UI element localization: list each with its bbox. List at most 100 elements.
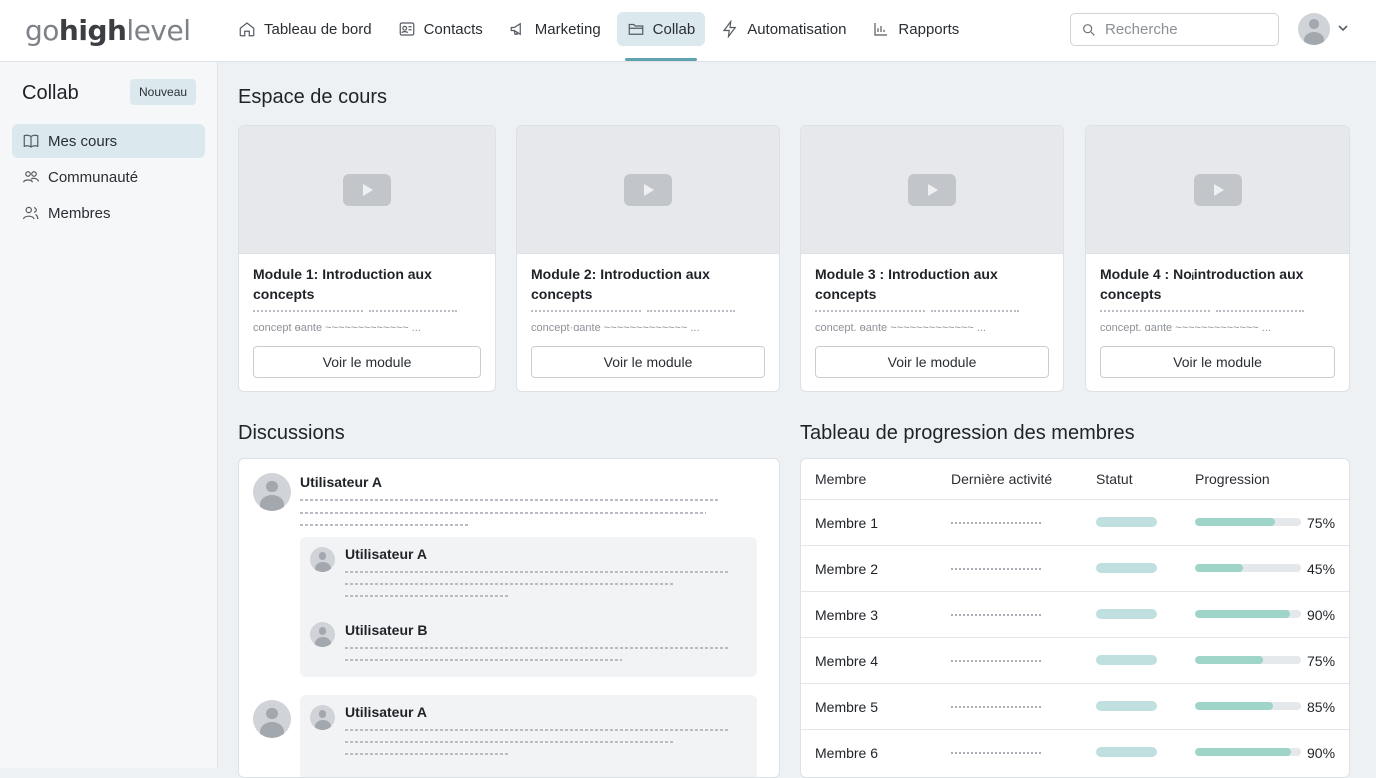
contact-card-icon xyxy=(399,22,414,36)
nav-contacts[interactable]: Contacts xyxy=(388,12,493,46)
progress-fill xyxy=(1195,702,1274,710)
nav-label: Contacts xyxy=(423,20,483,38)
nav-marketing[interactable]: Marketing xyxy=(499,12,611,46)
progress-heading: Tableau de progression des membres xyxy=(800,422,1135,444)
table-row[interactable]: Membre 5 85% xyxy=(801,683,1349,729)
progress-percent: 85% xyxy=(1307,699,1336,715)
sidebar-item-label: Mes cours xyxy=(48,132,118,150)
course-card: Module 2: Introduction aux concepts conc… xyxy=(516,125,780,392)
course-card: Module 1: Introduction aux concepts conc… xyxy=(238,125,496,392)
progress-bar xyxy=(1195,702,1301,710)
sidebar-item-label: Membres xyxy=(48,204,111,222)
bar-chart-icon xyxy=(874,23,888,36)
view-module-button[interactable]: Voir le module xyxy=(815,346,1049,378)
play-icon[interactable] xyxy=(908,173,956,206)
avatar[interactable] xyxy=(310,547,335,572)
table-row[interactable]: Membre 6 90% xyxy=(801,729,1349,775)
column-header[interactable]: Progression xyxy=(1195,459,1270,499)
community-icon xyxy=(22,171,40,183)
reply-text xyxy=(345,749,510,759)
chevron-down-icon[interactable] xyxy=(1337,22,1349,34)
table-row[interactable]: Membre 1 75% xyxy=(801,499,1349,545)
progress-bar xyxy=(1195,564,1301,572)
members-icon xyxy=(22,206,39,220)
main-nav: Tableau de bord Contacts Marketing Colla… xyxy=(228,12,969,61)
view-module-button[interactable]: Voir le module xyxy=(1100,346,1335,378)
last-activity xyxy=(951,658,1043,664)
book-icon xyxy=(23,134,39,148)
play-icon[interactable] xyxy=(624,173,672,206)
top-bar: gohighlevel Tableau de bord Contacts Mar… xyxy=(0,0,1376,62)
table-row[interactable]: Membre 3 90% xyxy=(801,591,1349,637)
avatar[interactable] xyxy=(253,700,291,738)
nav-tableau-de-bord[interactable]: Tableau de bord xyxy=(228,12,382,46)
table-row[interactable]: Membre 2 45% xyxy=(801,545,1349,591)
progress-percent: 45% xyxy=(1307,561,1336,577)
status-badge xyxy=(1096,609,1157,619)
sidebar-item-communaute[interactable]: Communauté xyxy=(12,160,205,194)
courses-heading: Espace de cours xyxy=(238,86,387,108)
reply-text xyxy=(345,725,728,735)
course-thumbnail[interactable] xyxy=(801,126,1063,254)
progress-bar xyxy=(1195,656,1301,664)
post-author: Utilisateur A xyxy=(300,474,382,490)
progress-bar xyxy=(1195,748,1301,756)
course-card: Module 4 : Noᵢintroduction aux concepts … xyxy=(1085,125,1350,392)
search-input[interactable] xyxy=(1105,21,1265,38)
post-text xyxy=(300,520,468,530)
nav-rapports[interactable]: Rapports xyxy=(862,12,969,46)
play-icon[interactable] xyxy=(1193,173,1242,206)
placeholder-text xyxy=(531,310,765,318)
placeholder-text xyxy=(253,310,481,318)
progress-percent: 75% xyxy=(1307,515,1336,531)
view-module-button[interactable]: Voir le module xyxy=(253,346,481,378)
course-title: Module 4 : Noᵢintroduction aux concepts xyxy=(1100,266,1304,302)
status-badge xyxy=(1096,655,1157,665)
sidebar-item-mes-cours[interactable]: Mes cours xyxy=(12,124,205,158)
gohighlevel-logo[interactable]: gohighlevel xyxy=(25,14,191,47)
search-icon xyxy=(1083,23,1095,36)
progress-bar xyxy=(1195,518,1301,526)
new-button[interactable]: Nouveau xyxy=(130,79,197,105)
column-header[interactable]: Statut xyxy=(1096,459,1133,499)
course-desc: concept. ɵante ~~~~~~~~~~~~~ ... xyxy=(815,322,986,334)
avatar[interactable] xyxy=(310,705,335,730)
member-name: Membre 1 xyxy=(815,515,879,531)
view-module-button[interactable]: Voir le module xyxy=(531,346,765,378)
course-desc: concept ɵante ~~~~~~~~~~~~~ ... xyxy=(253,322,421,334)
sidebar-list: Mes cours Communauté Membres xyxy=(12,124,205,232)
play-icon[interactable] xyxy=(343,173,391,206)
status-badge xyxy=(1096,517,1157,527)
reply-text xyxy=(345,737,675,747)
avatar[interactable] xyxy=(253,473,291,511)
nav-automatisation[interactable]: Automatisation xyxy=(711,12,856,46)
nav-label: Marketing xyxy=(534,20,601,38)
sidebar-item-membres[interactable]: Membres xyxy=(12,196,205,230)
discussions-heading: Discussions xyxy=(238,422,345,444)
progress-percent: 90% xyxy=(1307,607,1336,623)
member-name: Membre 3 xyxy=(815,607,879,623)
course-desc: concept·ɑante ~~~~~~~~~~~~~ ... xyxy=(531,322,700,334)
user-avatar[interactable] xyxy=(1298,13,1330,45)
status-badge xyxy=(1096,701,1157,711)
reply-text xyxy=(345,655,622,665)
last-activity xyxy=(951,750,1043,756)
course-title: Module 3 : Introduction aux concepts xyxy=(815,266,998,302)
avatar[interactable] xyxy=(310,622,335,647)
column-header[interactable]: Membre xyxy=(815,459,866,499)
search-box[interactable] xyxy=(1070,13,1279,46)
status-badge xyxy=(1096,563,1157,573)
course-thumbnail[interactable] xyxy=(239,126,495,254)
reply-author: Utilisateur B xyxy=(345,622,428,638)
nav-collab[interactable]: Collab xyxy=(616,12,706,61)
column-header[interactable]: Dernière activité xyxy=(951,459,1052,499)
nav-label: Collab xyxy=(652,20,696,38)
course-thumbnail[interactable] xyxy=(1086,126,1349,254)
last-activity xyxy=(951,566,1043,572)
course-thumbnail[interactable] xyxy=(517,126,779,254)
progress-percent: 75% xyxy=(1307,653,1336,669)
megaphone-icon xyxy=(510,22,521,36)
nav-label: Rapports xyxy=(898,20,960,38)
table-row[interactable]: Membre 4 75% xyxy=(801,637,1349,683)
course-desc: concept. ɑante ~~~~~~~~~~~~~ ... xyxy=(1100,322,1271,334)
